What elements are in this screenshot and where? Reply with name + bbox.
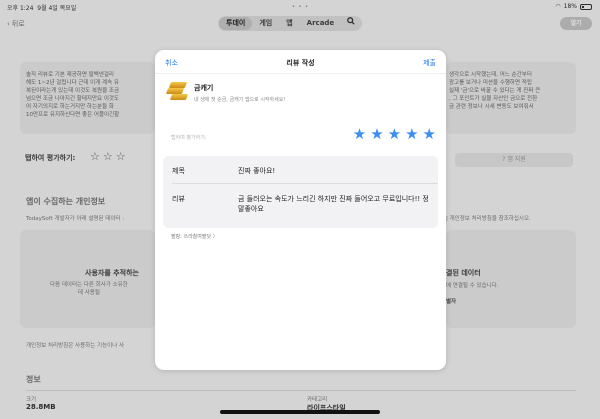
rating-stars: ★ ★ ★ ★ ★ xyxy=(353,127,436,142)
review-form: 제목 진짜 좋아요! 리뷰 금 들러오는 속도가 느리긴 하지만 진짜 들어오고… xyxy=(163,156,438,228)
review-label: 리뷰 xyxy=(172,195,185,203)
hint-link[interactable]: 팔팡: 쓰라칠여팔닷 〉 xyxy=(171,233,218,240)
star-icon-5[interactable]: ★ xyxy=(423,127,436,142)
star-icon-1[interactable]: ★ xyxy=(353,127,366,142)
review-field[interactable]: 금 들러오는 속도가 느리긴 하지만 진짜 들어오고 무료입니다!! 정말좋아요 xyxy=(238,194,430,214)
sheet-header: 취소 리뷰 작성 제출 xyxy=(155,50,446,74)
title-field[interactable]: 진짜 좋아요! xyxy=(238,166,430,176)
app-name: 금캐기 xyxy=(194,84,214,92)
app-subtitle: 내 생애 첫 순금, 금캐기 앱으로 시작하세요! xyxy=(194,97,286,103)
write-review-sheet: 취소 리뷰 작성 제출 금캐기 내 생애 첫 순금, 금캐기 앱으로 시작하세요… xyxy=(155,50,446,370)
home-indicator[interactable] xyxy=(220,410,380,414)
app-info: 금캐기 내 생애 첫 순금, 금캐기 앱으로 시작하세요! xyxy=(165,80,285,103)
form-divider xyxy=(172,183,438,184)
gold-bars-icon xyxy=(165,80,189,103)
star-icon-4[interactable]: ★ xyxy=(405,127,418,142)
rate-placeholder: 탭하여 평가하기: xyxy=(171,135,207,141)
star-icon-3[interactable]: ★ xyxy=(388,127,401,142)
submit-button[interactable]: 제출 xyxy=(423,58,436,68)
star-icon-2[interactable]: ★ xyxy=(370,127,383,142)
sheet-title: 리뷰 작성 xyxy=(286,59,315,67)
title-label: 제목 xyxy=(172,167,185,175)
